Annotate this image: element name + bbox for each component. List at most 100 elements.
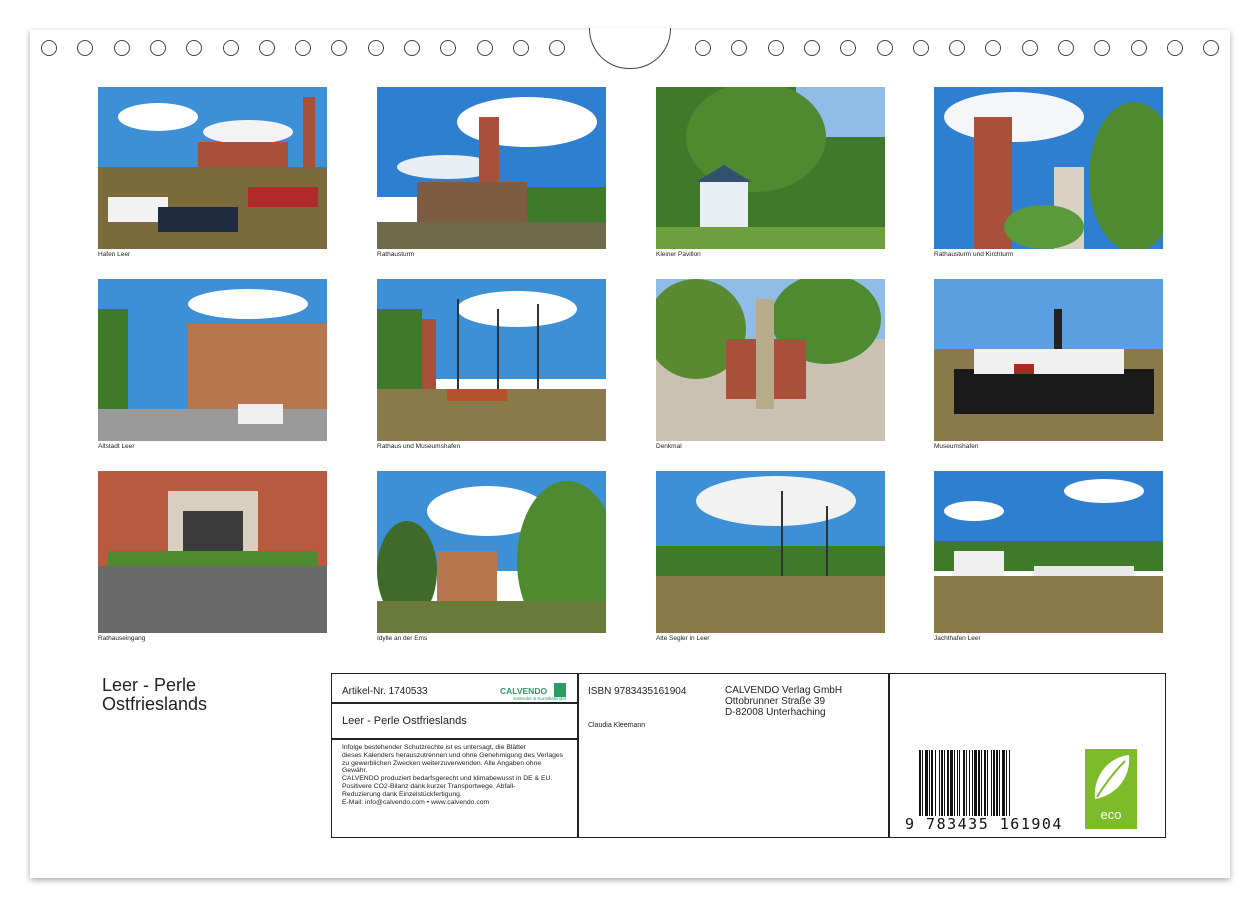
barcode-bar (925, 750, 928, 816)
barcode-bar (999, 750, 1000, 816)
binding-hole (767, 40, 784, 56)
binding-hole (1058, 40, 1074, 56)
photo-idylle-an-der-ems (377, 471, 606, 633)
binding-hole (912, 40, 929, 56)
publisher-name: CALVENDO Verlag GmbH (725, 685, 843, 696)
binding-hole (549, 40, 566, 56)
binding-hole (1094, 40, 1111, 56)
barcode-bar (974, 750, 977, 816)
barcode-bar (996, 750, 998, 816)
barcode-bar (966, 750, 967, 816)
barcode-bar (939, 750, 940, 816)
barcode-bar (954, 750, 955, 816)
photo-rathausturm-kirchturm (934, 87, 1163, 249)
barcode-bar (963, 750, 965, 816)
binding-hole (840, 40, 857, 56)
calvendo-logo: CALVENDO Kalender & Kunstkalender (500, 681, 566, 701)
binding-hole (803, 40, 820, 56)
calvendo-tagline: Kalender & Kunstkalender (514, 696, 567, 701)
legal-notice: Infolge bestehender Schutzrechte ist es … (342, 744, 580, 806)
barcode-bar (929, 750, 930, 816)
photo-caption: Jachthafen Leer (934, 635, 981, 642)
photo-caption: Alte Segler in Leer (656, 635, 710, 642)
barcode-bar (957, 750, 958, 816)
photo-rathausturm (377, 87, 606, 249)
barcode-bar (950, 750, 953, 816)
barcode-bar (981, 750, 982, 816)
legal-line: E-Mail: info@calvendo.com • www.calvendo… (342, 798, 490, 806)
photo-caption: Rathausturm (377, 251, 415, 258)
barcode-bar (922, 750, 923, 816)
binding-hole (367, 40, 384, 56)
photo-denkmal (656, 279, 885, 441)
leaf-icon (1094, 755, 1130, 799)
barcode-bar (947, 750, 949, 816)
barcode-bar (978, 750, 980, 816)
photo-caption: Rathauseingang (98, 635, 146, 642)
barcode-bar (987, 750, 988, 816)
photo-alte-segler (656, 471, 885, 633)
calendar-title-line1: Leer - Perle (102, 675, 197, 695)
barcode-bar (941, 750, 943, 816)
binding-hole (1021, 40, 1038, 56)
binding-hole (1203, 40, 1220, 56)
barcode (919, 750, 1010, 816)
legal-line: Reduzierung dank Einzelstückfertigung. (342, 790, 462, 798)
photo-caption: Kleiner Pavillon (656, 251, 701, 258)
photo-kleiner-pavillon (656, 87, 885, 249)
photo-caption: Rathaus und Museumshafen (377, 443, 461, 450)
legal-line: Gewähr. (342, 767, 368, 775)
binding-hole (695, 40, 711, 56)
binding-hole (949, 40, 966, 56)
binding-hole (876, 40, 893, 56)
photo-caption: Idylle an der Ems (377, 635, 428, 642)
photo-caption: Denkmal (656, 443, 682, 450)
barcode-bar (1009, 750, 1010, 816)
barcode-number: 9 783435 161904 (905, 815, 1063, 833)
publisher-address: CALVENDO Verlag GmbH Ottobrunner Straße … (725, 685, 842, 718)
binding-hole (77, 40, 94, 56)
binding-hole (331, 40, 348, 56)
legal-line: zu gewerblichen Zwecken weiterzuverwende… (342, 759, 542, 767)
legal-line: Infolge bestehender Schutzrechte ist es … (342, 744, 527, 751)
photo-rathauseingang (98, 471, 327, 633)
binding-hole (149, 40, 166, 56)
binding-hole (113, 40, 130, 56)
binding-hole (731, 40, 748, 56)
binding-hole (476, 40, 493, 56)
barcode-bar (1006, 750, 1007, 816)
eco-label: eco (1100, 807, 1122, 822)
isbn: ISBN 9783435161904 (588, 686, 687, 697)
binding-hole (512, 40, 529, 56)
photo-caption: Museumshafen (934, 443, 979, 450)
product-title: Leer - Perle Ostfrieslands (342, 715, 467, 727)
binding-hole (222, 40, 239, 56)
legal-line: dieses Kalenders herauszutrennen und ohn… (342, 751, 564, 759)
barcode-bar (959, 750, 960, 816)
publisher-street: Ottobrunner Straße 39 (725, 696, 826, 707)
binding-hole (1130, 40, 1147, 56)
photo-hafen-leer (98, 87, 327, 249)
photo-caption: Rathausturm und Kirchturm (934, 251, 1014, 258)
photo-museumshafen (934, 279, 1163, 441)
binding-hole (440, 40, 457, 56)
photo-jachthafen-leer (934, 471, 1163, 633)
eco-badge: eco (1085, 749, 1137, 829)
binding-hole (1166, 40, 1183, 56)
barcode-bar (931, 750, 933, 816)
binding-hole (985, 40, 1002, 56)
barcode-bar (1002, 750, 1005, 816)
legal-line: Positivere CO2-Bilanz dank kurzer Transp… (342, 782, 516, 790)
binding-hole (41, 40, 57, 56)
article-number: Artikel-Nr. 1740533 (342, 686, 428, 697)
legal-line: CALVENDO produziert bedarfsgerecht und k… (342, 775, 553, 783)
barcode-bar (969, 750, 970, 816)
photo-altstadt-leer (98, 279, 327, 441)
author: Claudia Kleemann (588, 722, 646, 729)
barcode-bar (984, 750, 986, 816)
binding-hole (404, 40, 420, 56)
photo-caption: Hafen Leer (98, 251, 131, 258)
barcode-bar (993, 750, 995, 816)
barcode-bar (919, 750, 921, 816)
calendar-title-line2: Ostfrieslands (102, 694, 208, 714)
